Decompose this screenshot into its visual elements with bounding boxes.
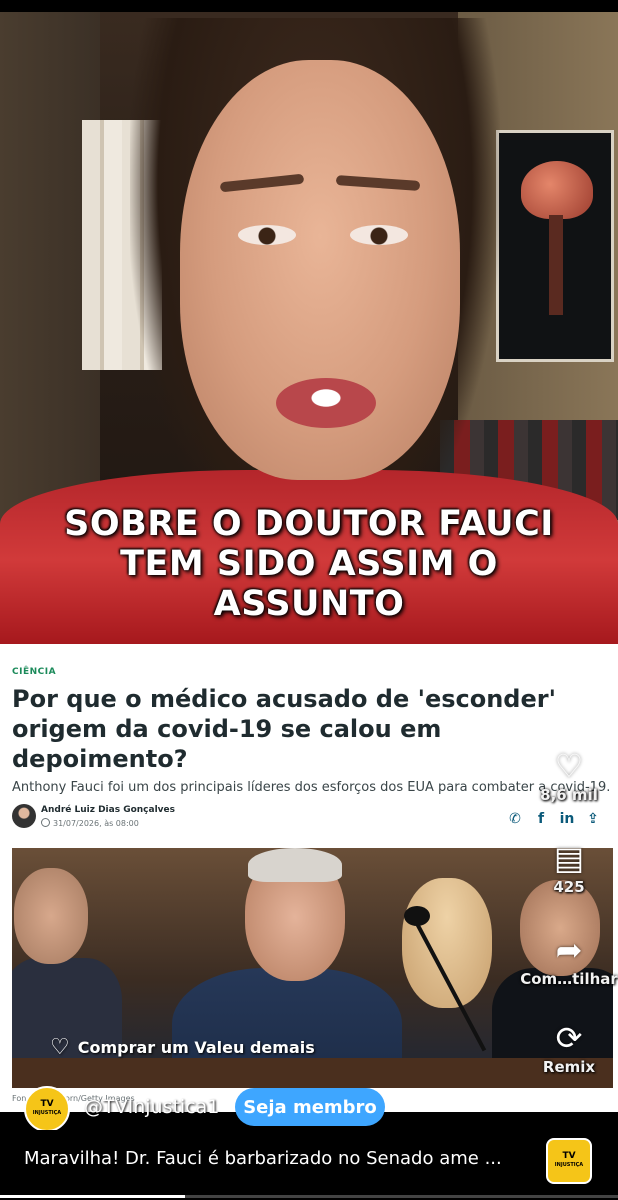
share-icon: ⇪ [587, 811, 599, 827]
brain-poster [496, 130, 614, 362]
microphone-head [404, 906, 430, 926]
like-count: 8,6 mil [540, 786, 598, 804]
corner-logo-line1: TV [562, 1151, 576, 1161]
article-date-text: 31/07/2026, às 08:00 [53, 819, 139, 828]
background-person-blond [402, 878, 492, 1008]
channel-logo-line1: TV [40, 1099, 54, 1109]
video-frame[interactable]: SOBRE O DOUTOR FAUCI TEM SIDO ASSIM O AS… [0, 0, 618, 644]
heart-icon: ♡ [554, 747, 584, 785]
channel-logo-badge[interactable]: TV INJUSTIÇA [546, 1138, 592, 1184]
background-person-head [14, 868, 88, 964]
remix-label: Remix [542, 1058, 596, 1076]
video-title[interactable]: Maravilha! Dr. Fauci é barbarizado no Se… [24, 1148, 502, 1169]
join-button[interactable]: Seja membro [235, 1088, 385, 1126]
author-row: André Luiz Dias Gonçalves 31/07/2026, às… [12, 804, 432, 836]
brain-illustration [521, 161, 593, 219]
caption-line: ASSUNTO [213, 584, 405, 624]
share-label: Com…tilhar [520, 970, 618, 988]
progress-bar[interactable] [0, 1195, 618, 1198]
mouth [276, 378, 376, 428]
remix-icon: ⟳ [555, 1019, 583, 1057]
clock-icon [41, 818, 50, 827]
corner-logo-line2: INJUSTIÇA [554, 1162, 584, 1168]
share-row: ✆ f in ⇪ [500, 808, 604, 827]
channel-row: TV INJUSTIÇA @TVInjustica1 Seja membro [0, 1086, 618, 1132]
share-arrow-icon: ➦ [555, 931, 583, 969]
author-name: André Luiz Dias Gonçalves [41, 805, 176, 815]
comments-button[interactable]: ▤ 425 [520, 840, 618, 896]
comment-icon: ▤ [553, 839, 585, 877]
channel-avatar[interactable]: TV INJUSTIÇA [24, 1086, 70, 1132]
like-button[interactable]: ♡ 8,6 mil [520, 748, 618, 804]
brow-left [219, 173, 305, 193]
eye-right [350, 225, 408, 245]
caption-line: SOBRE O DOUTOR FAUCI [64, 504, 554, 544]
brain-stem-illustration [549, 215, 563, 315]
progress-fill [0, 1195, 186, 1198]
facebook-icon: f [537, 811, 545, 827]
super-thanks-label: Comprar um Valeu demais [77, 1037, 315, 1057]
article-headline: Por que o médico acusado de 'esconder' o… [12, 685, 556, 773]
channel-logo-line2: INJUSTIÇA [32, 1110, 62, 1116]
fauci-hair [248, 848, 342, 882]
super-thanks-button[interactable]: ♡ Comprar um Valeu demais [40, 1030, 325, 1064]
article-tag: CIÊNCIA [12, 667, 57, 677]
linkedin-icon: in [559, 811, 575, 827]
share-button[interactable]: ➦ Com…tilhar [520, 932, 618, 988]
author-avatar [12, 804, 36, 828]
eye-left [238, 225, 296, 245]
channel-name[interactable]: @TVInjustica1 [84, 1096, 219, 1118]
article-date: 31/07/2026, às 08:00 [41, 818, 139, 828]
dollar-heart-icon: ♡ [50, 1034, 70, 1060]
status-bar [0, 0, 618, 12]
bottom-bar: Maravilha! Dr. Fauci é barbarizado no Se… [0, 1130, 618, 1200]
presenter-face [180, 60, 460, 480]
video-caption: SOBRE O DOUTOR FAUCI TEM SIDO ASSIM O AS… [20, 504, 598, 624]
caption-line: TEM SIDO ASSIM O [120, 544, 498, 584]
remix-button[interactable]: ⟳ Remix [520, 1020, 618, 1076]
comment-count: 425 [553, 878, 585, 896]
brow-right [335, 175, 421, 191]
whatsapp-icon: ✆ [509, 811, 521, 827]
